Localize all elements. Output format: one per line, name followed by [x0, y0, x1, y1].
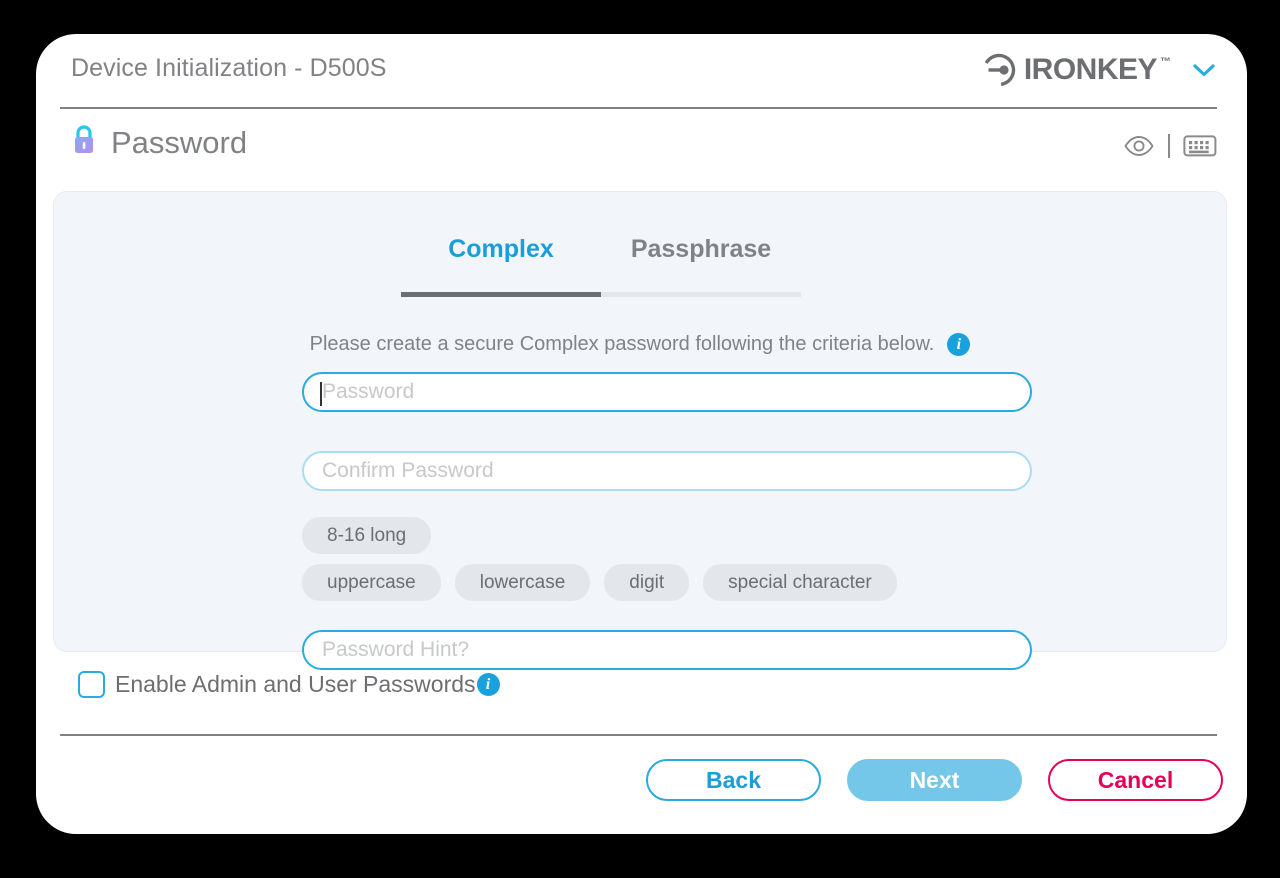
- section-title: Password: [111, 125, 248, 160]
- tab-passphrase[interactable]: Passphrase: [601, 235, 801, 297]
- password-type-tabs: Complex Passphrase: [401, 235, 801, 297]
- page-title: Device Initialization - D500S: [71, 54, 387, 82]
- brand-wordmark: IRONKEY: [1023, 53, 1158, 86]
- cancel-button[interactable]: Cancel: [1048, 759, 1223, 801]
- app-window: Device Initialization - D500S IRONKEY ™: [36, 34, 1247, 834]
- enable-admin-user-passwords-checkbox[interactable]: [78, 671, 105, 698]
- text-caret: [320, 382, 322, 406]
- screen: Device Initialization - D500S IRONKEY ™: [0, 0, 1280, 878]
- criteria-chip-uppercase: uppercase: [302, 564, 441, 601]
- password-input[interactable]: Password: [302, 372, 1032, 412]
- tool-divider: [1168, 134, 1170, 158]
- footer-divider: [60, 734, 1217, 736]
- section-title-group: Password: [70, 124, 247, 161]
- section-header: Password: [36, 108, 1247, 188]
- title-bar: Device Initialization - D500S IRONKEY ™: [36, 34, 1247, 109]
- confirm-password-placeholder: Confirm Password: [322, 459, 494, 482]
- footer-buttons: Back Next Cancel: [646, 759, 1223, 801]
- criteria-chip-special: special character: [703, 564, 897, 601]
- eye-icon[interactable]: [1123, 134, 1155, 158]
- trademark-symbol: ™: [1160, 56, 1171, 68]
- tab-complex[interactable]: Complex: [401, 235, 601, 297]
- chevron-down-icon[interactable]: [1191, 61, 1217, 79]
- keyboard-icon[interactable]: [1183, 133, 1217, 159]
- ironkey-logo: IRONKEY ™: [981, 52, 1171, 88]
- password-hint-placeholder: Password Hint?: [322, 638, 470, 661]
- next-button[interactable]: Next: [847, 759, 1022, 801]
- criteria-row-length: 8-16 long: [302, 517, 432, 554]
- info-icon[interactable]: i: [476, 673, 500, 696]
- brand-area: IRONKEY ™: [981, 52, 1217, 88]
- info-icon[interactable]: i: [947, 333, 971, 356]
- back-button[interactable]: Back: [646, 759, 821, 801]
- password-panel: Complex Passphrase Please create a secur…: [53, 191, 1227, 670]
- header-tools: [1123, 133, 1217, 159]
- criteria-chip-digit: digit: [604, 564, 690, 601]
- padlock-icon: [70, 124, 98, 161]
- criteria-chip-length: 8-16 long: [302, 517, 432, 554]
- password-placeholder: Password: [322, 380, 415, 403]
- criteria-chip-lowercase: lowercase: [454, 564, 591, 601]
- criteria-row-charclasses: uppercase lowercase digit special charac…: [302, 564, 897, 601]
- enable-admin-user-passwords-row[interactable]: Enable Admin and User Passwords i: [78, 671, 500, 698]
- instruction-row: Please create a secure Complex password …: [54, 333, 1226, 356]
- instruction-text: Please create a secure Complex password …: [309, 333, 935, 355]
- confirm-password-input[interactable]: Confirm Password: [302, 451, 1032, 491]
- enable-admin-user-passwords-label: Enable Admin and User Passwords: [115, 671, 476, 697]
- password-hint-input[interactable]: Password Hint?: [302, 630, 1032, 670]
- ironkey-key-mark-icon: [981, 52, 1017, 88]
